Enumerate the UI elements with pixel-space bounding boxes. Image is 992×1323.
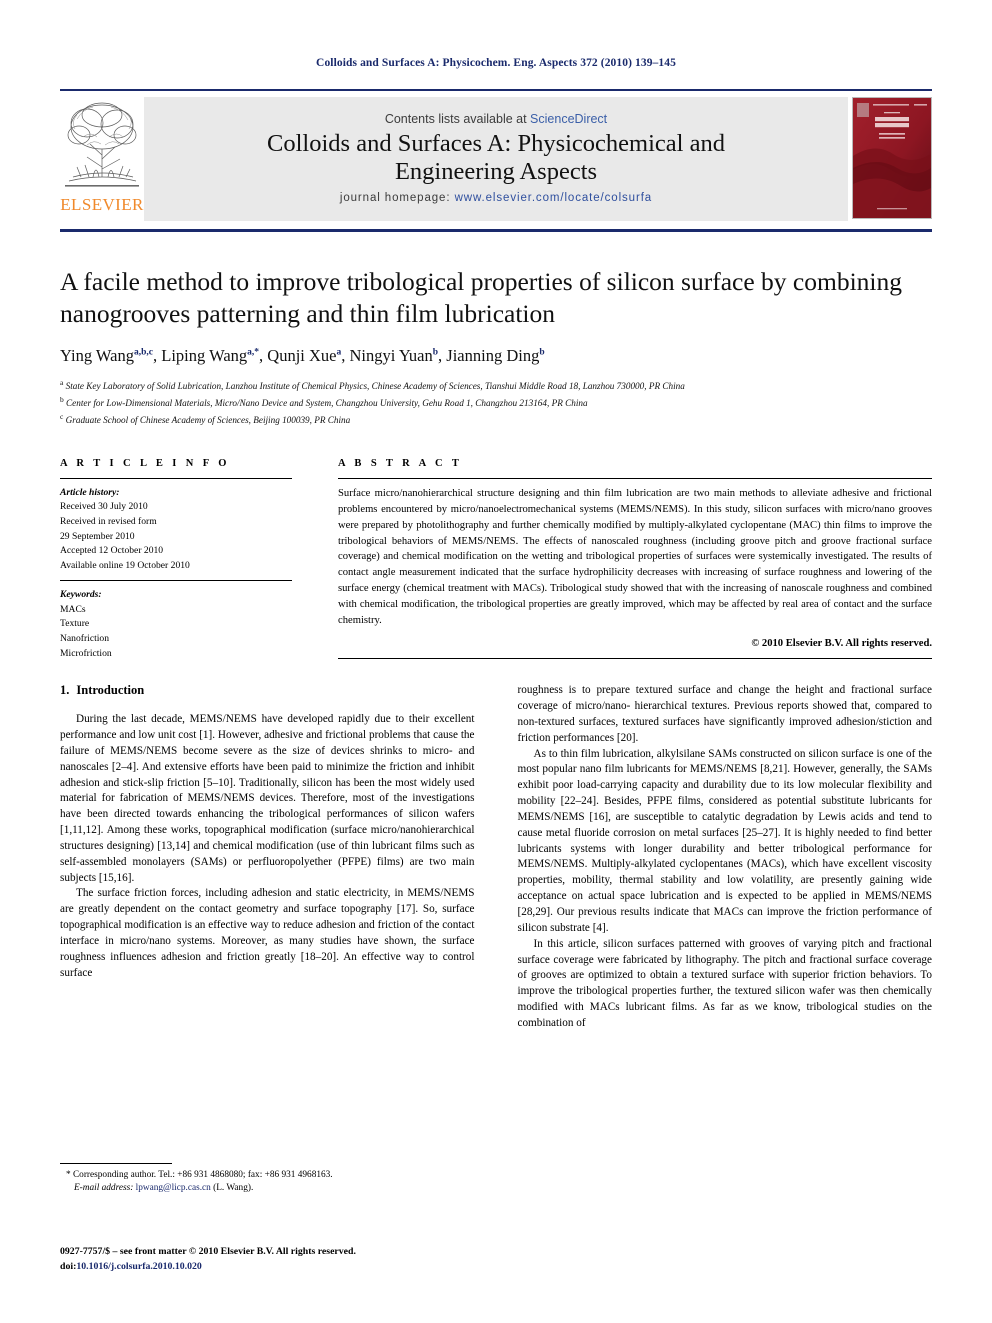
elsevier-tree-icon <box>65 102 139 187</box>
keyword-item: Texture <box>60 618 90 630</box>
author-entry: Ying Wanga,b,c, <box>60 346 161 365</box>
footnote-corresponding-text: Corresponding author. Tel.: +86 931 4868… <box>72 1170 333 1180</box>
section-number: 1. <box>60 683 70 698</box>
keyword-item: MACs <box>60 603 86 615</box>
keywords-rule <box>60 580 292 582</box>
paragraph: roughness is to prepare textured surface… <box>517 684 933 744</box>
paragraph: In this article, silicon surfaces patter… <box>517 937 933 1029</box>
body-columns: 1. Introduction During the last decade, M… <box>60 683 932 1032</box>
cover-artwork-icon <box>853 98 931 218</box>
contents-lists-line: Contents lists available at ScienceDirec… <box>385 112 607 126</box>
abstract-copyright: © 2010 Elsevier B.V. All rights reserved… <box>751 637 932 649</box>
abstract-panel: A B S T R A C T Surface micro/nanohierar… <box>338 458 932 661</box>
abstract-heading: A B S T R A C T <box>338 457 463 469</box>
contents-prefix: Contents lists available at <box>384 112 531 127</box>
history-item: Available online 19 October 2010 <box>60 559 190 571</box>
author-name: Qunji Xue <box>267 346 337 366</box>
running-head: Colloids and Surfaces A: Physicochem. En… <box>316 57 676 69</box>
abstract-rule <box>338 477 932 479</box>
author-name: Jianning Ding <box>446 346 540 366</box>
doi-link[interactable]: 10.1016/j.colsurfa.2010.10.020 <box>76 1261 201 1272</box>
affiliation-mark: b <box>60 395 64 405</box>
paragraph: The surface friction forces, including a… <box>60 887 475 979</box>
journal-title: Colloids and Surfaces A: Physicochemical… <box>267 130 725 186</box>
journal-homepage-line: journal homepage: www.elsevier.com/locat… <box>340 192 652 204</box>
elsevier-wordmark: ELSEVIER <box>60 195 144 214</box>
author-affil-mark[interactable]: b <box>539 348 544 358</box>
doi-label: doi: <box>60 1260 77 1272</box>
journal-title-line2: Engineering Aspects <box>394 158 598 185</box>
history-item: Accepted 12 October 2010 <box>60 545 164 557</box>
body-column-right: roughness is to prepare textured surface… <box>518 683 933 1032</box>
journal-cover-thumbnail <box>852 97 932 219</box>
author-list: Ying Wanga,b,c, Liping Wanga,*, Qunji Xu… <box>60 346 932 366</box>
affiliation-text: Graduate School of Chinese Academy of Sc… <box>65 415 351 426</box>
abstract-bottom-rule <box>338 657 932 659</box>
history-item: Received in revised form <box>60 515 157 527</box>
email-link[interactable]: lpwang@licp.cas.cn <box>136 1183 211 1193</box>
author-affil-mark[interactable]: a,b,c <box>134 348 153 358</box>
email-owner: (L. Wang). <box>213 1183 254 1194</box>
doi-line: doi:10.1016/j.colsurfa.2010.10.020 <box>60 1260 530 1275</box>
article-info-rule <box>60 477 292 479</box>
section-heading-introduction: 1. Introduction <box>60 683 475 698</box>
info-abstract-row: A R T I C L E I N F O Article history: R… <box>60 458 932 661</box>
issn-front-matter-line: 0927-7757/$ – see front matter © 2010 El… <box>60 1246 356 1257</box>
author-entry: Ningyi Yuanb, <box>349 346 446 365</box>
elsevier-logo: ELSEVIER <box>60 97 144 221</box>
abstract-text: Surface micro/nanohierarchical structure… <box>338 487 932 626</box>
keyword-item: Microfriction <box>60 647 112 659</box>
article-info-panel: A R T I C L E I N F O Article history: R… <box>60 458 292 661</box>
article-history-label: Article history: <box>60 486 120 498</box>
keyword-item: Nanofriction <box>60 633 110 645</box>
footnote-corresponding-line: * Corresponding author. Tel.: +86 931 48… <box>60 1169 490 1182</box>
corresponding-author-footnote: * Corresponding author. Tel.: +86 931 48… <box>60 1163 490 1196</box>
article-page: Colloids and Surfaces A: Physicochem. En… <box>0 0 992 1323</box>
article-history-block: Article history: Received 30 July 2010 R… <box>60 486 292 573</box>
footnote-email-line: E-mail address: lpwang@licp.cas.cn (L. W… <box>60 1182 490 1195</box>
title-block: A facile method to improve tribological … <box>60 266 932 428</box>
affiliation-text: Center for Low-Dimensional Materials, Mi… <box>66 398 588 409</box>
keywords-label: Keywords: <box>60 589 102 601</box>
author-entry: Liping Wanga,*, <box>161 346 267 365</box>
homepage-label: journal homepage: <box>339 191 451 204</box>
keywords-block: Keywords: MACs Texture Nanofriction Micr… <box>60 580 292 661</box>
page-title: A facile method to improve tribological … <box>60 267 902 329</box>
masthead-bottom-rule <box>60 229 932 232</box>
journal-title-line1: Colloids and Surfaces A: Physicochemical… <box>267 130 725 158</box>
author-name: Ying Wang <box>60 346 134 366</box>
author-entry: Jianning Dingb <box>446 346 544 365</box>
footnote-rule <box>60 1163 172 1164</box>
paragraph: During the last decade, MEMS/NEMS have d… <box>60 713 475 884</box>
journal-masthead: ELSEVIER Contents lists available at Sci… <box>60 89 932 221</box>
section-title: Introduction <box>76 683 145 698</box>
history-item: Received 30 July 2010 <box>60 501 148 513</box>
author-entry: Qunji Xuea, <box>267 346 349 365</box>
affiliation-mark: a <box>60 378 64 388</box>
article-info-heading: A R T I C L E I N F O <box>60 457 230 469</box>
author-name: Liping Wang <box>161 346 248 366</box>
affiliation-item: c Graduate School of Chinese Academy of … <box>60 411 932 428</box>
footer-imprint: 0927-7757/$ – see front matter © 2010 El… <box>60 1245 530 1274</box>
affiliation-item: b Center for Low-Dimensional Materials, … <box>60 394 932 411</box>
footnote-star-mark: * <box>66 1170 71 1180</box>
history-item: 29 September 2010 <box>60 530 135 542</box>
homepage-url-link[interactable]: www.elsevier.com/locate/colsurfa <box>455 192 653 204</box>
affiliation-mark: c <box>60 411 64 421</box>
author-name: Ningyi Yuan <box>349 346 433 366</box>
author-sep: , <box>153 346 162 366</box>
affiliation-list: a State Key Laboratory of Solid Lubricat… <box>60 377 932 428</box>
affiliation-item: a State Key Laboratory of Solid Lubricat… <box>60 377 932 394</box>
paragraph: As to thin film lubrication, alkylsilane… <box>517 747 933 934</box>
journal-cover-column <box>848 97 932 221</box>
author-affil-mark[interactable]: a,* <box>247 348 259 358</box>
body-column-left: 1. Introduction During the last decade, M… <box>60 683 475 1032</box>
sciencedirect-link[interactable]: ScienceDirect <box>530 112 607 126</box>
email-label: E-mail address: <box>74 1183 134 1194</box>
journal-banner: Contents lists available at ScienceDirec… <box>144 97 848 221</box>
affiliation-text: State Key Laboratory of Solid Lubricatio… <box>65 381 685 392</box>
